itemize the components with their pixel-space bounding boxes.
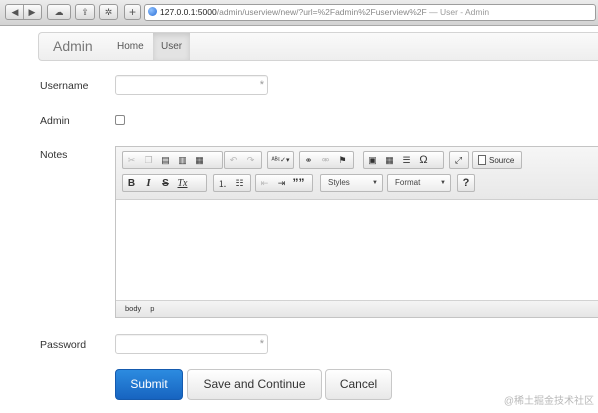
url-host: 127.0.0.1:5000 [160, 7, 217, 17]
url-path: /admin/userview/new/?url=%2Fadmin%2Fuser… [216, 7, 427, 17]
document-icon [478, 155, 486, 165]
source-button[interactable]: Source [473, 155, 519, 165]
puzzle-icon: ✲ [104, 7, 113, 17]
link-group: ⚭ ⚮ ⚑ [299, 151, 354, 169]
chevron-down-icon: ▼ [440, 180, 446, 186]
paste-word-icon[interactable]: ▦ [191, 152, 208, 168]
username-field[interactable]: * [115, 75, 268, 95]
indent-group: ⇤ ⇥ ”” [255, 174, 313, 192]
format-label: Format [395, 178, 421, 187]
source-label: Source [489, 155, 515, 165]
back-forward-buttons[interactable]: ◀ ▶ [5, 4, 42, 20]
save-continue-button[interactable]: Save and Continue [187, 369, 322, 400]
notes-editor: ✂ ❐ ▤ ▥ ▦ ↶ ↷ ᴬᴮᶜ✓▾ ⚭ ⚮ ⚑ ▣ ▦ ☰ Ω ⤢ Sour… [115, 146, 598, 318]
format-dropdown[interactable]: Format ▼ [387, 174, 451, 192]
path-p[interactable]: p [150, 304, 154, 313]
bold-button[interactable]: B [123, 175, 140, 191]
editor-toolbar: ✂ ❐ ▤ ▥ ▦ ↶ ↷ ᴬᴮᶜ✓▾ ⚭ ⚮ ⚑ ▣ ▦ ☰ Ω ⤢ Sour… [116, 147, 598, 200]
password-label: Password [40, 339, 87, 351]
watermark: @稀土掘金技术社区 [503, 396, 594, 407]
nav-user[interactable]: User [153, 33, 191, 60]
copy-icon[interactable]: ❐ [140, 152, 157, 168]
unlink-icon[interactable]: ⚮ [317, 152, 334, 168]
page-title: — User - Admin [426, 7, 490, 17]
maximize-group: ⤢ [449, 151, 469, 169]
styles-dropdown[interactable]: Styles ▼ [320, 174, 383, 192]
strike-button[interactable]: S [157, 175, 174, 191]
new-tab-button[interactable]: + [124, 4, 141, 20]
anchor-flag-icon[interactable]: ⚑ [334, 152, 351, 168]
basic-styles-group: B I S Tx [122, 174, 207, 192]
remove-format-button[interactable]: Tx [174, 175, 191, 191]
password-field[interactable]: * [115, 334, 268, 354]
paste-icon[interactable]: ▤ [157, 152, 174, 168]
outdent-icon[interactable]: ⇤ [256, 175, 273, 191]
insert-group: ▣ ▦ ☰ Ω [363, 151, 444, 169]
numbered-list-icon[interactable]: ⒈ [214, 175, 231, 191]
blockquote-icon[interactable]: ”” [290, 175, 307, 191]
link-icon[interactable]: ⚭ [300, 152, 317, 168]
chevron-down-icon: ▼ [372, 180, 378, 186]
redo-icon[interactable]: ↷ [242, 152, 259, 168]
horizontal-rule-icon[interactable]: ☰ [398, 152, 415, 168]
path-body[interactable]: body [125, 304, 141, 313]
styles-label: Styles [328, 178, 350, 187]
plus-icon: + [128, 5, 136, 19]
indent-icon[interactable]: ⇥ [273, 175, 290, 191]
brand-logo[interactable]: Admin [53, 33, 93, 60]
help-button[interactable]: ? [458, 175, 474, 191]
help-group: ? [457, 174, 475, 192]
spellcheck-icon[interactable]: ᴬᴮᶜ✓▾ [268, 152, 293, 168]
back-arrow-icon[interactable]: ◀ [7, 5, 24, 19]
share-icon: ⇪ [81, 7, 89, 17]
username-label: Username [40, 80, 89, 92]
list-group: ⒈ ☷ [213, 174, 251, 192]
special-char-icon[interactable]: Ω [415, 152, 432, 168]
editor-content[interactable] [116, 200, 598, 300]
image-icon[interactable]: ▣ [364, 152, 381, 168]
address-bar[interactable]: 127.0.0.1:5000/admin/userview/new/?url=%… [144, 4, 596, 21]
editor-path-bar: body p [116, 300, 598, 317]
browser-toolbar: ◀ ▶ ☁ ⇪ ✲ + 127.0.0.1:5000/admin/userview… [0, 0, 598, 26]
italic-button[interactable]: I [140, 175, 157, 191]
icloud-tabs-button[interactable]: ☁ [47, 4, 71, 20]
cancel-button[interactable]: Cancel [325, 369, 392, 400]
share-button[interactable]: ⇪ [75, 4, 95, 20]
paste-text-icon[interactable]: ▥ [174, 152, 191, 168]
required-icon: * [259, 338, 264, 350]
clipboard-group: ✂ ❐ ▤ ▥ ▦ [122, 151, 223, 169]
submit-button[interactable]: Submit [115, 369, 183, 400]
extensions-button[interactable]: ✲ [99, 4, 118, 20]
forward-arrow-icon[interactable]: ▶ [24, 5, 41, 19]
admin-navbar: Admin Home User [38, 32, 598, 61]
globe-icon [148, 7, 157, 16]
nav-home[interactable]: Home [109, 33, 152, 60]
table-icon[interactable]: ▦ [381, 152, 398, 168]
maximize-icon[interactable]: ⤢ [450, 152, 467, 168]
spellcheck-group: ᴬᴮᶜ✓▾ [267, 151, 294, 169]
cloud-icon: ☁ [54, 7, 64, 17]
admin-checkbox[interactable] [115, 115, 125, 125]
required-icon: * [259, 79, 264, 91]
source-group: Source [472, 151, 522, 169]
notes-label: Notes [40, 149, 68, 161]
bulleted-list-icon[interactable]: ☷ [231, 175, 248, 191]
undo-redo-group: ↶ ↷ [224, 151, 262, 169]
cut-icon[interactable]: ✂ [123, 152, 140, 168]
undo-icon[interactable]: ↶ [225, 152, 242, 168]
admin-label: Admin [40, 115, 70, 127]
